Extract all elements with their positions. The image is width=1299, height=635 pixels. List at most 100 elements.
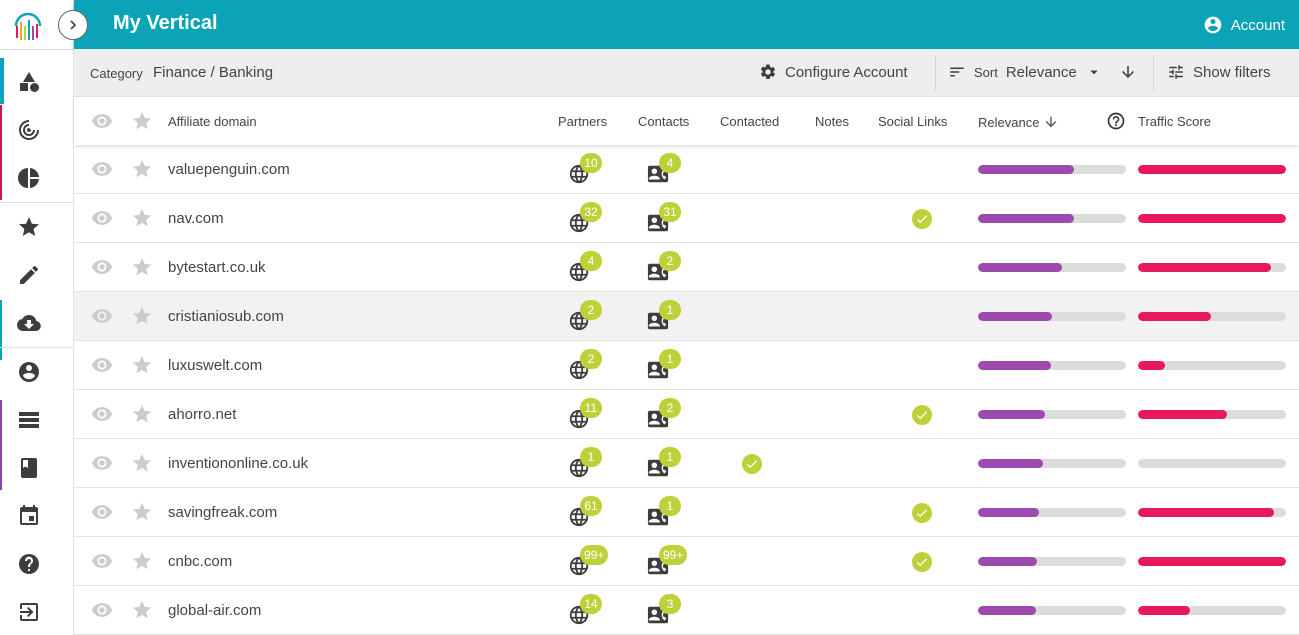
star-icon[interactable] [131, 599, 153, 621]
affiliate-domain[interactable]: nav.com [168, 210, 224, 227]
star-icon[interactable] [131, 550, 153, 572]
partners-count[interactable]: 32 [568, 202, 602, 234]
affiliate-domain[interactable]: savingfreak.com [168, 504, 277, 521]
eye-icon[interactable] [91, 501, 113, 523]
social-links-check-icon[interactable] [912, 209, 932, 229]
eye-icon[interactable] [91, 305, 113, 327]
column-header-domain[interactable]: Affiliate domain [168, 114, 257, 129]
edit-icon[interactable] [16, 262, 42, 288]
show-filters-button[interactable]: Show filters [1167, 63, 1271, 81]
affiliate-domain[interactable]: valuepenguin.com [168, 161, 290, 178]
affiliate-domain[interactable]: luxuswelt.com [168, 357, 262, 374]
sort-control[interactable]: Sort Relevance [948, 63, 1137, 81]
star-icon[interactable] [131, 452, 153, 474]
social-links-check-icon[interactable] [912, 405, 932, 425]
contacts-count[interactable]: 1 [647, 447, 681, 479]
column-header-relevance[interactable]: Relevance [978, 114, 1059, 130]
partners-count[interactable]: 11 [568, 398, 602, 430]
star-icon[interactable] [131, 110, 153, 132]
contacts-count[interactable]: 31 [647, 202, 681, 234]
logout-icon[interactable] [16, 599, 42, 625]
column-header-partners[interactable]: Partners [558, 114, 607, 129]
affiliate-domain[interactable]: cristianiosub.com [168, 308, 284, 325]
sort-select-value[interactable]: Relevance [1006, 64, 1077, 81]
eye-icon[interactable] [91, 158, 113, 180]
eye-icon[interactable] [91, 354, 113, 376]
column-header-traffic-score[interactable]: Traffic Score [1138, 114, 1211, 129]
partners-count[interactable]: 61 [568, 496, 602, 528]
partners-count[interactable]: 99+ [568, 545, 609, 577]
column-header-contacted[interactable]: Contacted [720, 114, 779, 129]
contacts-count[interactable]: 4 [647, 153, 681, 185]
partners-count[interactable]: 4 [568, 251, 602, 283]
dropdown-arrow-icon[interactable] [1085, 63, 1103, 81]
star-icon[interactable] [131, 305, 153, 327]
eye-icon[interactable] [91, 452, 113, 474]
pie-chart-icon[interactable] [16, 165, 42, 191]
column-header-contacts[interactable]: Contacts [638, 114, 689, 129]
star-icon[interactable] [16, 214, 42, 240]
partners-count[interactable]: 10 [568, 153, 602, 185]
contacts-count[interactable]: 1 [647, 349, 681, 381]
partners-count[interactable]: 1 [568, 447, 602, 479]
column-header-social-links[interactable]: Social Links [878, 114, 947, 129]
table-header: Affiliate domain Partners Contacts Conta… [74, 97, 1299, 145]
app-logo[interactable] [8, 6, 48, 46]
affiliate-domain[interactable]: inventiononline.co.uk [168, 455, 308, 472]
contacts-count[interactable]: 1 [647, 300, 681, 332]
sidebar-toggle-button[interactable] [58, 10, 88, 40]
sort-icon [950, 67, 964, 77]
eye-icon[interactable] [91, 207, 113, 229]
list-icon[interactable] [16, 407, 42, 433]
table-row[interactable]: bytestart.co.uk 4 2 [74, 243, 1299, 292]
affiliate-domain[interactable]: cnbc.com [168, 553, 232, 570]
table-row[interactable]: savingfreak.com 61 1 [74, 488, 1299, 537]
eye-icon[interactable] [91, 550, 113, 572]
configure-account-button[interactable]: Configure Account [759, 63, 908, 81]
user-icon[interactable] [16, 359, 42, 385]
star-icon[interactable] [131, 354, 153, 376]
star-icon[interactable] [131, 256, 153, 278]
target-icon[interactable] [16, 117, 42, 143]
star-icon[interactable] [131, 207, 153, 229]
shapes-icon[interactable] [16, 69, 42, 95]
table-row[interactable]: ahorro.net 11 2 [74, 390, 1299, 439]
cloud-download-icon[interactable] [16, 310, 42, 336]
traffic-score-bar-fill [1138, 557, 1286, 566]
table-row[interactable]: valuepenguin.com 10 4 [74, 145, 1299, 194]
table-row[interactable]: inventiononline.co.uk 1 1 [74, 439, 1299, 488]
eye-icon[interactable] [91, 110, 113, 132]
help-circle-icon[interactable] [1106, 111, 1126, 131]
table-row[interactable]: cnbc.com 99+ 99+ [74, 537, 1299, 586]
contacts-count[interactable]: 2 [647, 251, 681, 283]
social-links-check-icon[interactable] [912, 503, 932, 523]
account-button[interactable]: Account [1203, 15, 1285, 35]
social-links-check-icon[interactable] [912, 552, 932, 572]
book-icon[interactable] [16, 455, 42, 481]
table-row[interactable]: global-air.com 14 3 [74, 586, 1299, 635]
column-header-notes[interactable]: Notes [815, 114, 849, 129]
eye-icon[interactable] [91, 256, 113, 278]
help-icon[interactable] [16, 551, 42, 577]
table-row[interactable]: cristianiosub.com 2 1 [74, 292, 1299, 341]
contacts-count[interactable]: 1 [647, 496, 681, 528]
calendar-icon[interactable] [16, 503, 42, 529]
star-icon[interactable] [131, 158, 153, 180]
affiliate-domain[interactable]: ahorro.net [168, 406, 236, 423]
relevance-bar-fill [978, 214, 1075, 223]
partners-count[interactable]: 2 [568, 349, 602, 381]
affiliate-domain[interactable]: global-air.com [168, 602, 261, 619]
star-icon[interactable] [131, 403, 153, 425]
contacts-count[interactable]: 3 [647, 594, 681, 626]
contacts-count[interactable]: 99+ [647, 545, 688, 577]
table-row[interactable]: nav.com 32 31 [74, 194, 1299, 243]
partners-count[interactable]: 14 [568, 594, 602, 626]
affiliate-domain[interactable]: bytestart.co.uk [168, 259, 266, 276]
partners-count[interactable]: 2 [568, 300, 602, 332]
star-icon[interactable] [131, 501, 153, 523]
contacts-count[interactable]: 2 [647, 398, 681, 430]
sort-direction-arrow-down-icon[interactable] [1119, 63, 1137, 81]
eye-icon[interactable] [91, 599, 113, 621]
table-row[interactable]: luxuswelt.com 2 1 [74, 341, 1299, 390]
eye-icon[interactable] [91, 403, 113, 425]
